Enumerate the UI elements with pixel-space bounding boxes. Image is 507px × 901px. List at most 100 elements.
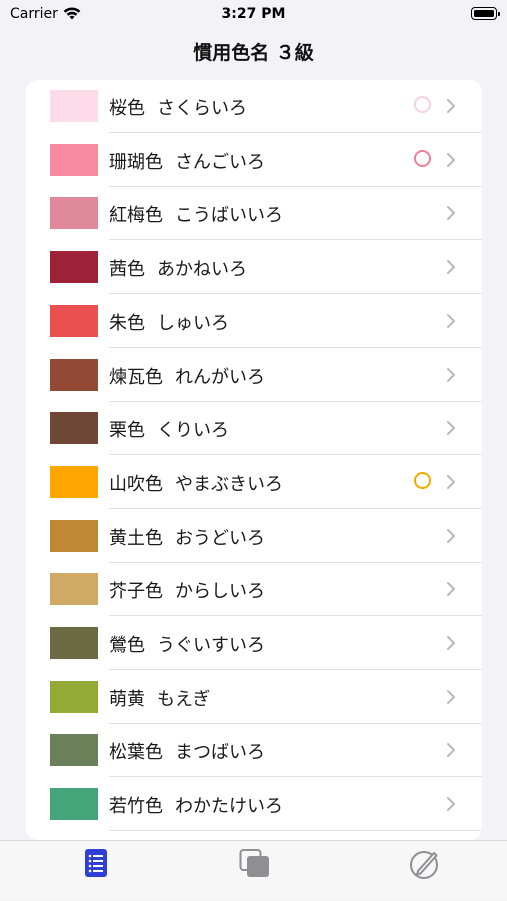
color-kanji: 栗色: [109, 420, 145, 442]
color-reading: もえぎ: [157, 688, 211, 710]
color-reading: くりいろ: [157, 420, 229, 442]
list-item[interactable]: 煉瓦色 れんがいろ: [26, 349, 482, 402]
color-reading: あかねいろ: [157, 259, 247, 281]
status-bar: Carrier 3:27 PM: [0, 0, 507, 30]
page-title: 慣用色名 ３級: [193, 42, 314, 64]
list-item[interactable]: 山吹色 やまぶきいろ: [26, 456, 482, 509]
row-divider: [109, 830, 482, 832]
chevron-right-icon: [447, 99, 455, 113]
list-item[interactable]: 栗色 くりいろ: [26, 402, 482, 456]
color-reading: うぐいすいろ: [157, 635, 265, 656]
color-name: 若竹色 わかたけいろ: [109, 792, 283, 818]
list-item[interactable]: 黄土色 おうどいろ: [26, 510, 482, 563]
list-item[interactable]: 若竹色 わかたけいろ: [26, 778, 482, 832]
color-swatch: [50, 573, 98, 606]
status-circle-icon: [414, 96, 431, 113]
chevron-right-icon: [447, 474, 455, 489]
color-name: 山吹色 やまぶきいろ: [109, 470, 283, 496]
color-swatch: [50, 304, 98, 337]
color-kanji: 鶯色: [109, 635, 145, 656]
color-swatch: [50, 251, 98, 284]
color-reading: れんがいろ: [175, 366, 265, 388]
chevron-right-icon: [447, 528, 455, 543]
color-swatch: [50, 627, 98, 659]
color-reading: さんごいろ: [175, 151, 265, 173]
color-reading: おうどいろ: [175, 527, 265, 549]
color-swatch: [50, 519, 98, 552]
battery-icon: [471, 7, 500, 20]
color-kanji: 黄土色: [109, 527, 163, 549]
list-item[interactable]: 紅梅色 こうばいいろ: [26, 187, 482, 241]
color-name: 松葉色 まつばいろ: [109, 738, 265, 764]
color-reading: からしいろ: [175, 581, 265, 603]
tab-cards[interactable]: [169, 841, 338, 901]
list-item[interactable]: 鶯色 うぐいすいろ: [26, 617, 482, 670]
color-name: 紅梅色 こうばいいろ: [109, 201, 283, 227]
tab-quiz[interactable]: [338, 841, 507, 901]
list-item[interactable]: 朱色 しゅいろ: [26, 295, 482, 348]
color-kanji: 珊瑚色: [109, 151, 163, 173]
chevron-right-icon: [447, 797, 455, 812]
color-reading: わかたけいろ: [175, 796, 283, 818]
color-kanji: 紅梅色: [109, 205, 163, 227]
list-item[interactable]: 珊瑚色 さんごいろ: [26, 134, 482, 187]
color-reading: こうばいいろ: [175, 205, 283, 227]
status-circle-icon: [414, 471, 431, 489]
color-name: 鶯色 うぐいすいろ: [109, 631, 265, 657]
color-swatch: [50, 90, 98, 122]
chevron-right-icon: [447, 367, 455, 382]
list-item[interactable]: 芥子色 からしいろ: [26, 563, 482, 617]
color-name: 煉瓦色 れんがいろ: [109, 363, 265, 389]
color-swatch: [50, 734, 98, 767]
list-item[interactable]: 松葉色 まつばいろ: [26, 724, 482, 778]
color-kanji: 松葉色: [109, 742, 163, 764]
chevron-right-icon: [447, 260, 455, 275]
color-kanji: 朱色: [109, 312, 145, 334]
color-swatch: [50, 788, 98, 821]
tab-list[interactable]: [14, 841, 183, 901]
color-name: 桜色 さくらいろ: [109, 94, 247, 120]
status-time: 3:27 PM: [221, 6, 286, 22]
list-item[interactable]: 茜色 あかねいろ: [26, 241, 482, 295]
color-kanji: 若竹色: [109, 796, 163, 818]
chevron-right-icon: [447, 152, 455, 167]
list-icon: [85, 849, 107, 877]
chevron-right-icon: [447, 636, 455, 650]
color-reading: やまぶきいろ: [175, 473, 283, 495]
status-circle-icon: [414, 149, 431, 167]
color-kanji: 茜色: [109, 259, 145, 281]
color-kanji: 桜色: [109, 98, 145, 119]
color-name: 黄土色 おうどいろ: [109, 524, 265, 550]
chevron-right-icon: [447, 421, 455, 436]
color-swatch: [50, 680, 98, 713]
color-kanji: 芥子色: [109, 581, 163, 603]
color-name: 芥子色 からしいろ: [109, 577, 265, 603]
color-reading: しゅいろ: [157, 312, 229, 334]
chevron-right-icon: [447, 582, 455, 597]
color-name: 茜色 あかねいろ: [109, 255, 247, 281]
color-swatch: [50, 143, 98, 176]
chevron-right-icon: [447, 313, 455, 328]
color-reading: まつばいろ: [175, 742, 265, 764]
color-list: 桜色 さくらいろ 珊瑚色 さんごいろ 紅梅色 こうばいいろ 茜色 あかねいろ 朱色 しゅいろ 煉瓦色…: [26, 80, 482, 840]
cards-icon: [239, 849, 269, 877]
color-reading: さくらいろ: [157, 98, 247, 119]
color-kanji: 山吹色: [109, 473, 163, 495]
chevron-right-icon: [447, 689, 455, 704]
tab-bar: [0, 840, 507, 900]
color-kanji: 萌黄: [109, 688, 145, 710]
chevron-right-icon: [447, 743, 455, 758]
color-swatch: [50, 412, 98, 445]
quiz-icon: [410, 851, 438, 879]
color-name: 朱色 しゅいろ: [109, 309, 229, 335]
color-name: 萌黄 もえぎ: [109, 685, 210, 711]
color-swatch: [50, 358, 98, 391]
color-swatch: [50, 465, 98, 498]
color-swatch: [50, 197, 98, 230]
color-name: 珊瑚色 さんごいろ: [109, 148, 265, 174]
chevron-right-icon: [447, 206, 455, 221]
color-kanji: 煉瓦色: [109, 366, 163, 388]
list-item[interactable]: 桜色 さくらいろ: [26, 80, 482, 133]
list-item[interactable]: 萌黄 もえぎ: [26, 671, 482, 724]
color-name: 栗色 くりいろ: [109, 416, 229, 442]
